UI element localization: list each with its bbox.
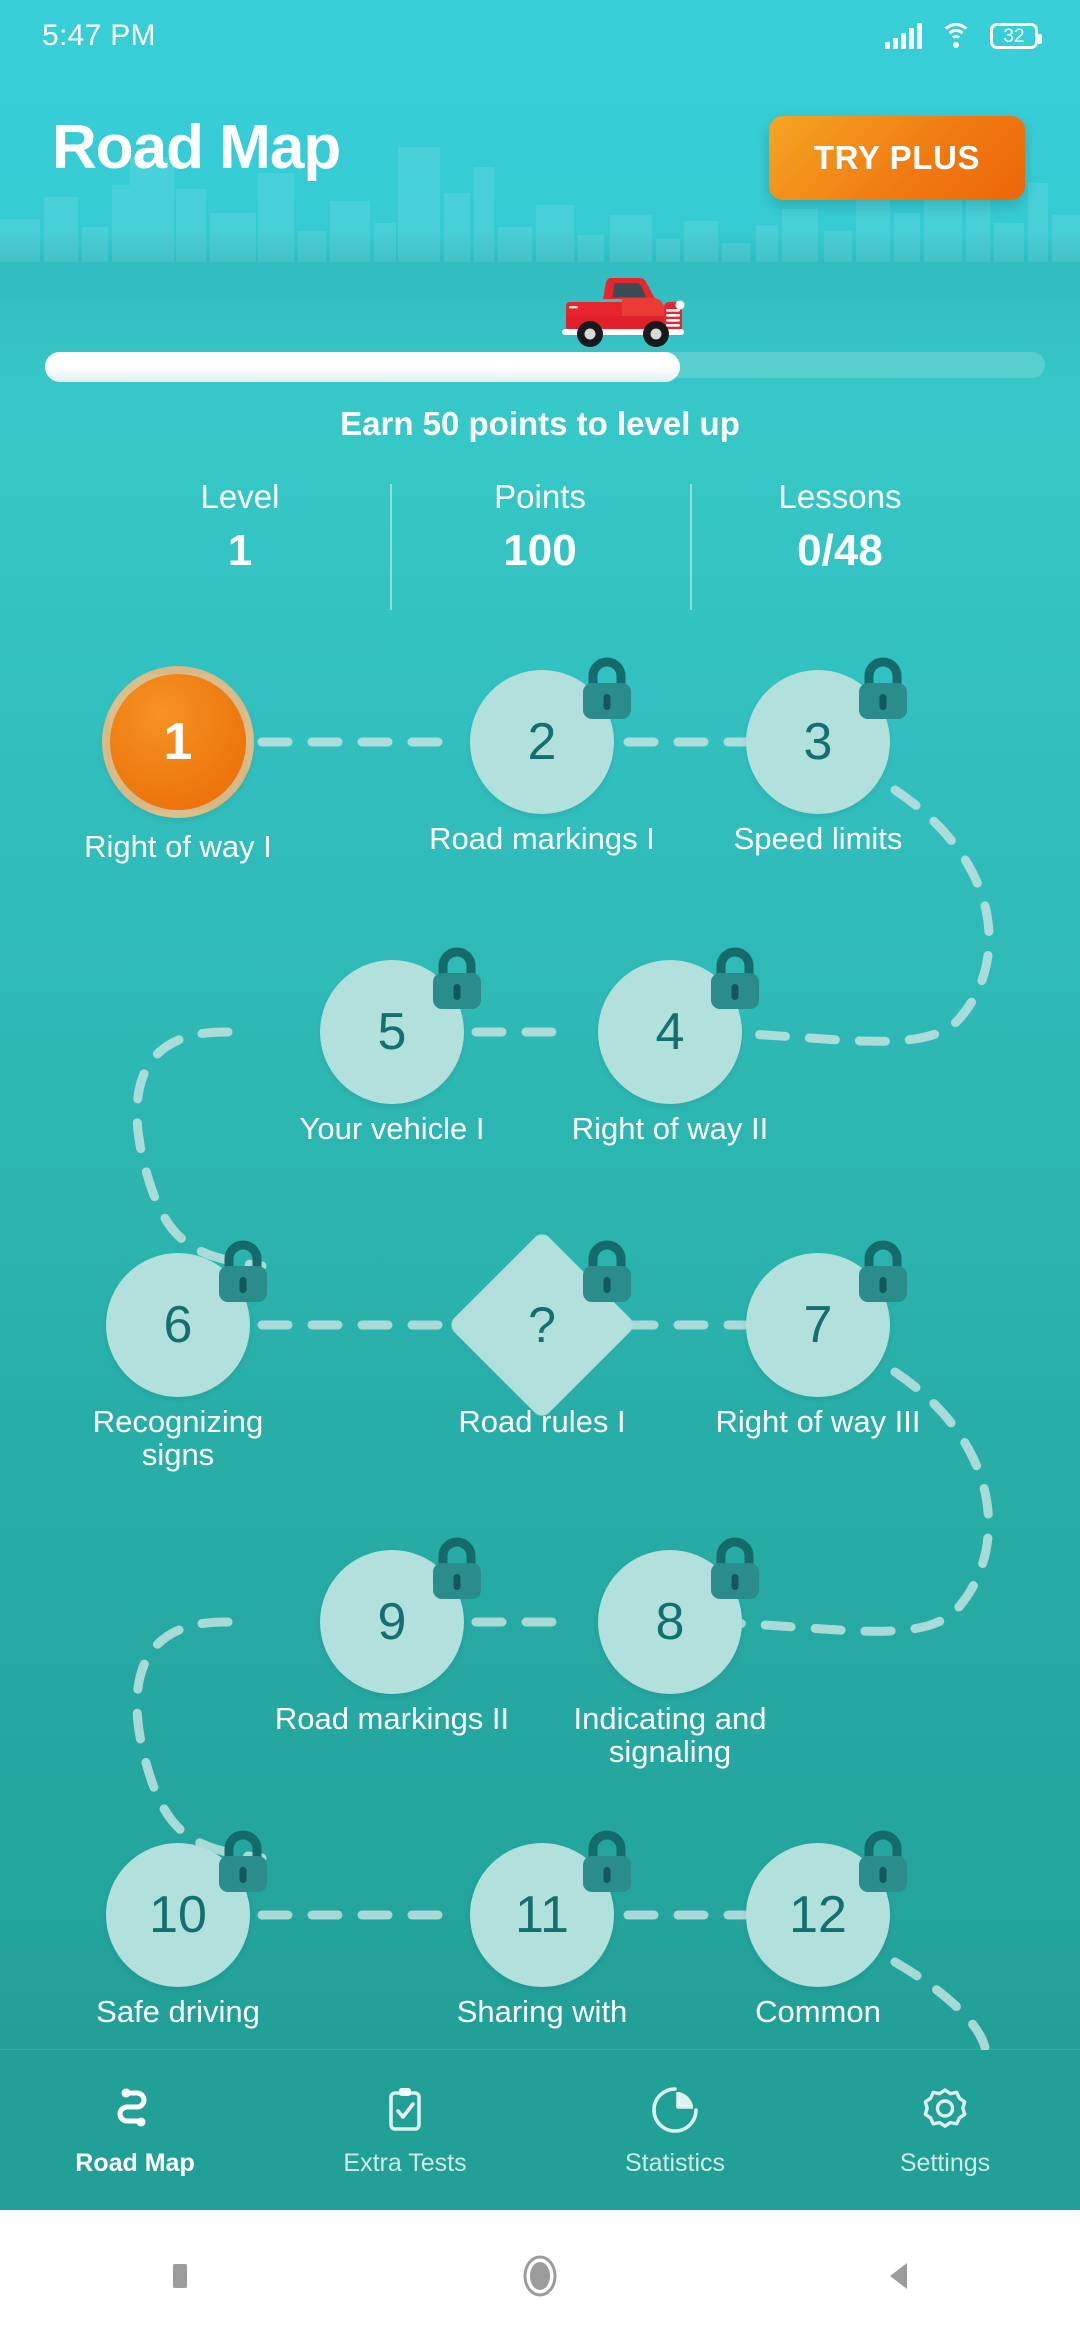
status-clock: 5:47 PM xyxy=(42,19,156,52)
lock-icon xyxy=(583,1830,631,1892)
lock-icon xyxy=(219,1240,267,1302)
lesson-node-7[interactable]: 7 Right of way III xyxy=(715,1240,921,1438)
lesson-node-7-label: Right of way III xyxy=(715,1404,921,1439)
lesson-node-10-label: Safe driving xyxy=(96,1994,260,2029)
lock-icon xyxy=(711,1537,759,1599)
lock-icon xyxy=(859,1240,907,1302)
lesson-node-5[interactable]: 5 Your vehicle I xyxy=(300,947,484,1145)
bottom-navigation-bar: Road Map Extra Tests Statistics Settings xyxy=(0,2050,1080,2210)
lock-icon xyxy=(583,657,631,719)
android-system-nav xyxy=(0,2210,1080,2340)
lesson-node-4-label: Right of way II xyxy=(571,1111,769,1146)
lesson-node-10[interactable]: 10 Safe driving xyxy=(96,1830,267,2028)
lock-icon xyxy=(583,1240,631,1302)
nav-item-extra-tests-label: Extra Tests xyxy=(343,2148,467,2177)
lesson-node-8[interactable]: 8 Indicating and signaling xyxy=(573,1537,767,1769)
nav-item-road-map[interactable]: Road Map xyxy=(0,2050,270,2210)
lesson-node-12[interactable]: 12 Common xyxy=(746,1830,907,2028)
nav-item-settings[interactable]: Settings xyxy=(810,2050,1080,2210)
nav-item-statistics-label: Statistics xyxy=(624,2148,726,2177)
pie-chart-icon xyxy=(648,2083,702,2137)
lesson-node-2-label: Road markings I xyxy=(429,821,655,856)
gear-icon xyxy=(918,2083,972,2137)
lesson-node-11[interactable]: 11 Sharing with xyxy=(457,1830,631,2028)
lock-icon xyxy=(859,657,907,719)
lock-icon xyxy=(711,947,759,1009)
lock-icon xyxy=(219,1830,267,1892)
lesson-node-8-label: Indicating and signaling xyxy=(573,1701,767,1770)
lesson-node-11-label: Sharing with xyxy=(456,1994,628,2029)
lock-icon xyxy=(433,1537,481,1599)
back-triangle-icon[interactable] xyxy=(840,2231,960,2321)
nav-item-statistics[interactable]: Statistics xyxy=(540,2050,810,2210)
road-map-icon xyxy=(108,2083,162,2137)
nav-item-road-map-label: Road Map xyxy=(75,2148,195,2177)
lesson-node-5-label: Your vehicle I xyxy=(299,1111,485,1146)
status-bar: 5:47 PM 32 xyxy=(0,0,1080,72)
signal-icon xyxy=(885,23,922,49)
lesson-node-road-rules-quiz[interactable]: ? Road rules I xyxy=(447,1230,637,1438)
lesson-node-2[interactable]: 2 Road markings I xyxy=(429,657,655,855)
status-icons: 32 xyxy=(885,23,1042,49)
lesson-node-1-number: 1 xyxy=(102,666,254,818)
home-circle-icon[interactable] xyxy=(480,2231,600,2321)
lesson-node-1-label: Right of way I xyxy=(84,829,272,864)
nav-item-settings-label: Settings xyxy=(899,2148,991,2177)
lesson-node-9[interactable]: 9 Road markings II xyxy=(275,1537,509,1735)
battery-level: 32 xyxy=(1003,25,1025,47)
lesson-node-1[interactable]: 1 Right of way I xyxy=(84,666,272,863)
lock-icon xyxy=(859,1830,907,1892)
lesson-node-6[interactable]: 6 Recognizing signs xyxy=(93,1240,267,1472)
nav-item-extra-tests[interactable]: Extra Tests xyxy=(270,2050,540,2210)
battery-icon: 32 xyxy=(990,23,1042,49)
lesson-node-6-label: Recognizing signs xyxy=(92,1404,264,1473)
wifi-icon xyxy=(940,23,972,49)
lesson-node-3[interactable]: 3 Speed limits xyxy=(734,657,907,855)
recents-square-icon[interactable] xyxy=(120,2231,240,2321)
lesson-node-4[interactable]: 4 Right of way II xyxy=(572,947,768,1145)
quiz-node-label: Road rules I xyxy=(458,1404,626,1439)
lesson-node-3-label: Speed limits xyxy=(733,821,903,856)
lesson-node-9-label: Road markings II xyxy=(274,1701,510,1736)
clipboard-check-icon xyxy=(378,2083,432,2137)
app-screen: 5:47 PM 32 Road Map TRY PLUS Earn 50 poi… xyxy=(0,0,1080,2340)
lesson-node-12-label: Common xyxy=(755,1994,881,2029)
lock-icon xyxy=(433,947,481,1009)
